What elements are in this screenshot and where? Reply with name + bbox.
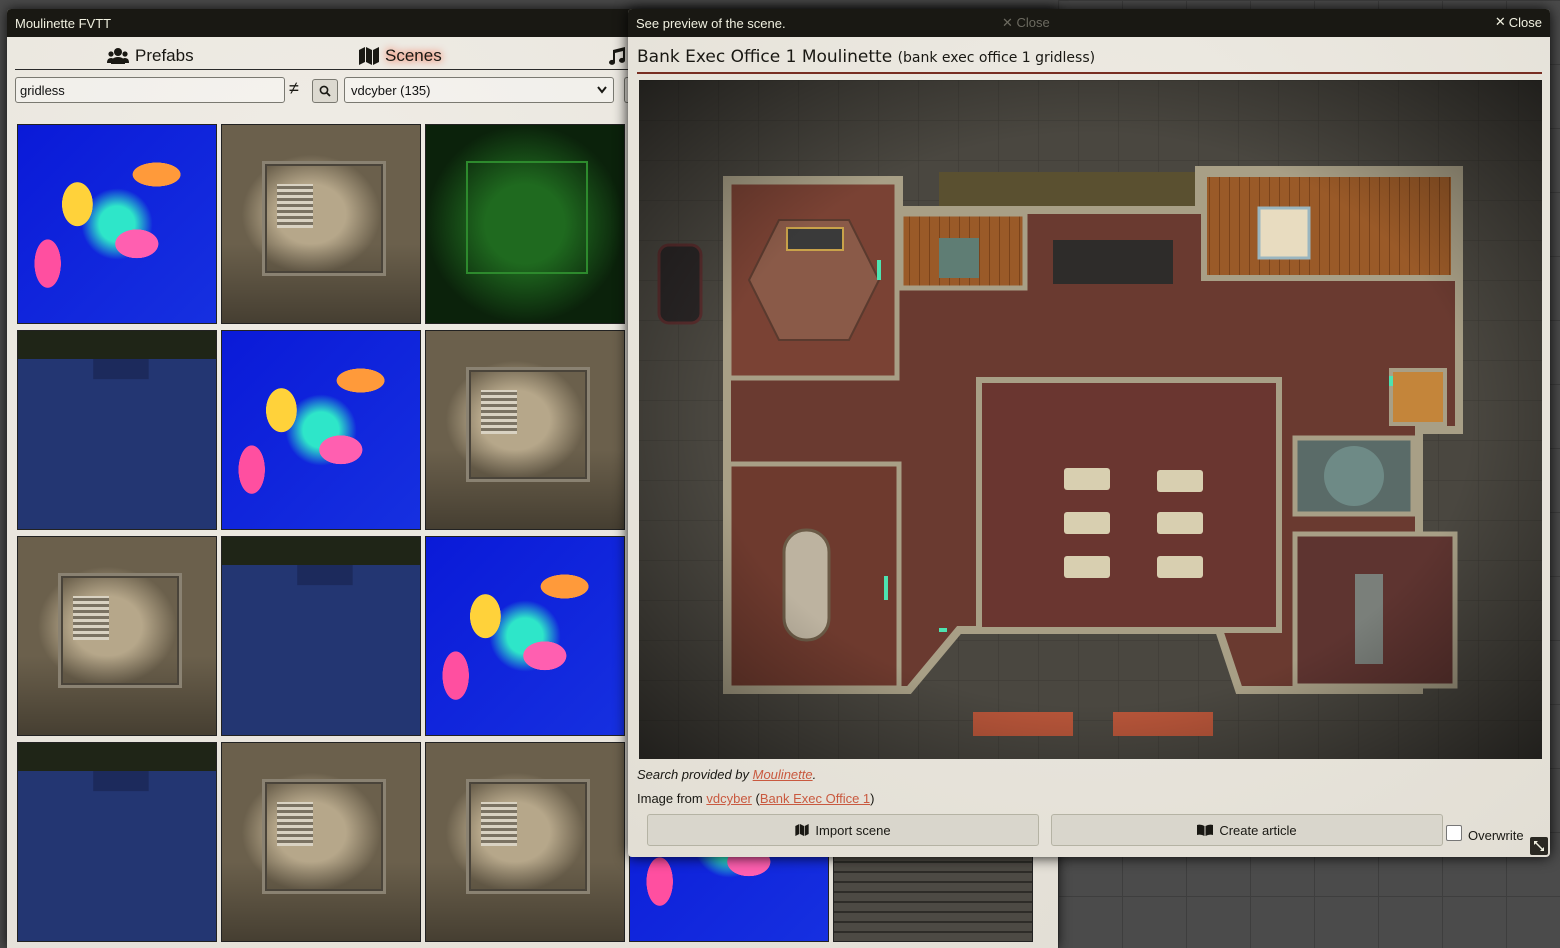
scene-thumbnail[interactable] <box>221 742 421 942</box>
image-paren-open: ( <box>751 791 760 806</box>
close-button[interactable]: ✕ Close <box>1495 14 1542 30</box>
users-icon <box>107 48 129 64</box>
chevron-down-icon <box>597 86 607 94</box>
scene-thumbnail[interactable] <box>17 536 217 736</box>
search-icon <box>319 85 331 97</box>
scene-name-link[interactable]: Bank Exec Office 1 <box>760 791 870 806</box>
resize-handle[interactable] <box>1530 837 1548 855</box>
search-provided-suffix: . <box>812 767 817 782</box>
underlying-close-label: Close <box>1016 15 1050 30</box>
not-equal-toggle[interactable]: ≠ <box>289 78 299 99</box>
underlying-close-button: ✕ Close <box>1002 15 1050 31</box>
image-paren-close: ) <box>870 791 875 806</box>
scene-thumbnail[interactable] <box>221 536 421 736</box>
import-scene-button[interactable]: Import scene <box>647 814 1039 846</box>
scene-thumbnail[interactable] <box>425 330 625 530</box>
overwrite-option: Overwrite <box>1446 822 1524 843</box>
create-article-label: Create article <box>1219 822 1297 838</box>
title-divider <box>637 72 1542 74</box>
scene-preview-image <box>639 80 1542 759</box>
scene-title-text: Bank Exec Office 1 Moulinette <box>637 47 893 67</box>
import-scene-label: Import scene <box>815 822 891 838</box>
scene-preview-window: See preview of the scene. ✕ Close ✕ Clos… <box>628 9 1550 857</box>
tab-scenes-label: Scenes <box>385 46 442 65</box>
expand-icon <box>1534 841 1544 851</box>
search-button[interactable] <box>312 79 338 103</box>
search-provided-prefix: Search provided by <box>637 767 753 782</box>
author-link[interactable]: vdcyber <box>706 791 752 806</box>
tab-prefabs-label: Prefabs <box>135 46 194 65</box>
scene-thumbnail[interactable] <box>17 124 217 324</box>
close-label: Close <box>1508 14 1542 30</box>
scene-thumbnail[interactable] <box>221 124 421 324</box>
scene-subtitle: (bank exec office 1 gridless) <box>897 50 1096 66</box>
preview-header-title: See preview of the scene. <box>636 15 786 31</box>
search-provider-line: Search provided by Moulinette. <box>637 767 816 782</box>
overwrite-label: Overwrite <box>1468 828 1524 843</box>
search-input[interactable] <box>15 77 285 103</box>
scene-thumbnail[interactable] <box>425 742 625 942</box>
book-open-icon <box>1197 824 1214 836</box>
scene-thumbnail[interactable] <box>17 742 217 942</box>
tab-scenes[interactable]: Scenes <box>359 46 442 66</box>
scene-thumbnail[interactable] <box>425 124 625 324</box>
close-icon: ✕ <box>1002 15 1013 30</box>
overwrite-checkbox[interactable] <box>1446 824 1462 841</box>
map-icon <box>795 824 810 836</box>
close-icon: ✕ <box>1494 14 1506 29</box>
scene-thumbnail[interactable] <box>221 330 421 530</box>
source-select-value: vdcyber (135) <box>351 82 431 98</box>
tab-prefabs[interactable]: Prefabs <box>107 46 194 66</box>
create-article-button[interactable]: Create article <box>1051 814 1443 846</box>
map-icon <box>359 47 379 65</box>
image-source-line: Image from vdcyber (Bank Exec Office 1) <box>637 791 875 806</box>
scene-thumbnail[interactable] <box>425 536 625 736</box>
preview-window-header[interactable]: See preview of the scene. ✕ Close ✕ Clos… <box>628 9 1550 37</box>
source-select[interactable]: vdcyber (135) <box>344 77 614 103</box>
window-title: Moulinette FVTT <box>15 15 112 31</box>
scene-title: Bank Exec Office 1 Moulinette (bank exec… <box>637 47 1095 67</box>
music-icon <box>609 47 625 65</box>
image-from-prefix: Image from <box>637 791 707 806</box>
scene-map-art <box>639 80 1542 759</box>
scene-thumbnail[interactable] <box>17 330 217 530</box>
moulinette-link[interactable]: Moulinette <box>753 767 813 782</box>
